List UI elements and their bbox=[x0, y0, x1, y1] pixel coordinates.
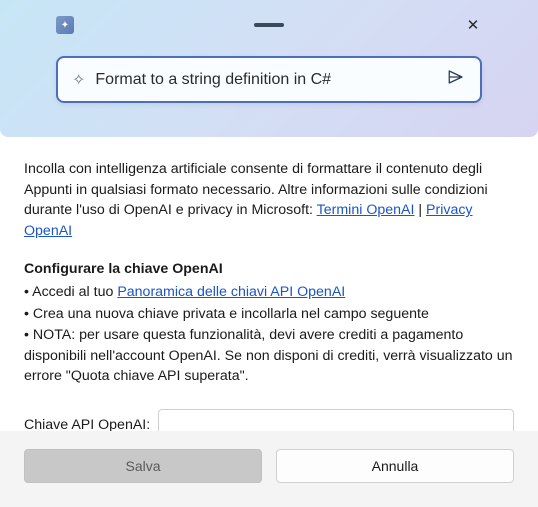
close-icon[interactable]: ✕ bbox=[464, 16, 482, 34]
prompt-box: ✧ Format to a string definition in C# bbox=[56, 56, 482, 103]
bullet-1-text: • Accedi al tuo bbox=[24, 284, 117, 300]
example-banner: ✦ ✕ ✧ Format to a string definition in C… bbox=[0, 0, 538, 137]
app-icon: ✦ bbox=[56, 16, 74, 34]
window-chrome: ✦ ✕ bbox=[56, 10, 482, 40]
footer-buttons: Salva Annulla bbox=[0, 431, 538, 507]
bullet-1: • Accedi al tuo Panoramica delle chiavi … bbox=[24, 282, 514, 303]
drag-handle[interactable] bbox=[254, 23, 284, 27]
cancel-button[interactable]: Annulla bbox=[276, 449, 514, 483]
bullet-3: • NOTA: per usare questa funzionalità, d… bbox=[24, 325, 514, 387]
config-heading: Configurare la chiave OpenAI bbox=[24, 259, 514, 280]
api-keys-link[interactable]: Panoramica delle chiavi API OpenAI bbox=[117, 284, 345, 300]
prompt-example-text: Format to a string definition in C# bbox=[95, 71, 446, 89]
link-separator: | bbox=[414, 202, 426, 218]
content-area: Incolla con intelligenza artificiale con… bbox=[0, 137, 538, 457]
bullet-2: • Crea una nuova chiave privata e incoll… bbox=[24, 304, 514, 325]
intro-paragraph: Incolla con intelligenza artificiale con… bbox=[24, 159, 514, 241]
send-icon bbox=[446, 68, 466, 91]
sparkle-icon: ✧ bbox=[72, 70, 85, 90]
save-button[interactable]: Salva bbox=[24, 449, 262, 483]
terms-link[interactable]: Termini OpenAI bbox=[317, 202, 415, 218]
